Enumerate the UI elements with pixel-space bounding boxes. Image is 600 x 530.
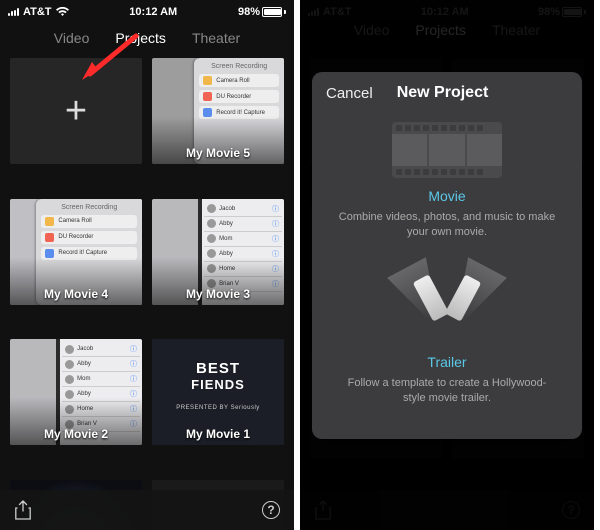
top-tabs: Video Projects Theater <box>0 22 294 58</box>
tab-projects[interactable]: Projects <box>115 30 166 46</box>
new-project-tile[interactable]: + <box>10 58 142 164</box>
cancel-button[interactable]: Cancel <box>326 85 373 102</box>
movie-title: Movie <box>332 188 562 204</box>
tab-video[interactable]: Video <box>54 30 90 46</box>
battery-icon <box>262 7 282 17</box>
battery-percent: 98% <box>238 6 260 18</box>
wifi-icon <box>56 7 69 17</box>
trailer-title: Trailer <box>332 354 562 370</box>
bf-logo: BESTFIENDS <box>152 361 284 393</box>
status-bar: AT&T 10:12 AM 98% <box>0 0 294 22</box>
phone-right: AT&T 10:12 AM 98% Video Projects Theater… <box>300 0 594 530</box>
share-icon[interactable] <box>14 500 32 520</box>
filmstrip-icon <box>392 122 502 178</box>
project-label: My Movie 5 <box>152 146 284 160</box>
signal-icon <box>8 8 19 16</box>
movie-desc: Combine videos, photos, and music to mak… <box>332 210 562 240</box>
phone-left: AT&T 10:12 AM 98% Video Projects Theater… <box>0 0 294 530</box>
status-time: 10:12 AM <box>129 6 177 18</box>
bottom-toolbar: ? <box>0 490 294 530</box>
project-tile[interactable]: Jacobⓘ Abbyⓘ Momⓘ Abbyⓘ Homeⓘ Brian Vⓘ M… <box>152 199 284 305</box>
project-tile[interactable]: Jacobⓘ Abbyⓘ Momⓘ Abbyⓘ Homeⓘ Brian Vⓘ M… <box>10 339 142 445</box>
project-label: My Movie 3 <box>152 287 284 301</box>
trailer-option[interactable]: Trailer Follow a template to create a Ho… <box>312 258 582 424</box>
project-tile[interactable]: Screen Recording Camera Roll DU Recorder… <box>152 58 284 164</box>
projects-grid[interactable]: + Screen Recording Camera Roll DU Record… <box>0 58 294 530</box>
help-icon[interactable]: ? <box>262 501 280 519</box>
bf-sub: PRESENTED BY Seriously <box>152 405 284 411</box>
tab-theater[interactable]: Theater <box>192 30 240 46</box>
project-label: My Movie 2 <box>10 427 142 441</box>
project-label: My Movie 1 <box>152 427 284 441</box>
movie-option[interactable]: Movie Combine videos, photos, and music … <box>312 116 582 258</box>
project-label: My Movie 4 <box>10 287 142 301</box>
battery-indicator: 98% <box>238 6 286 18</box>
carrier-label: AT&T <box>23 6 52 18</box>
modal-title: New Project <box>397 84 489 102</box>
plus-icon: + <box>65 92 87 130</box>
project-tile[interactable]: BESTFIENDS PRESENTED BY Seriously My Mov… <box>152 339 284 445</box>
new-project-modal: Cancel New Project Movie Combine videos,… <box>312 72 582 439</box>
spotlight-icon <box>402 264 492 344</box>
trailer-desc: Follow a template to create a Hollywood-… <box>332 376 562 406</box>
project-tile[interactable]: Screen Recording Camera Roll DU Recorder… <box>10 199 142 305</box>
